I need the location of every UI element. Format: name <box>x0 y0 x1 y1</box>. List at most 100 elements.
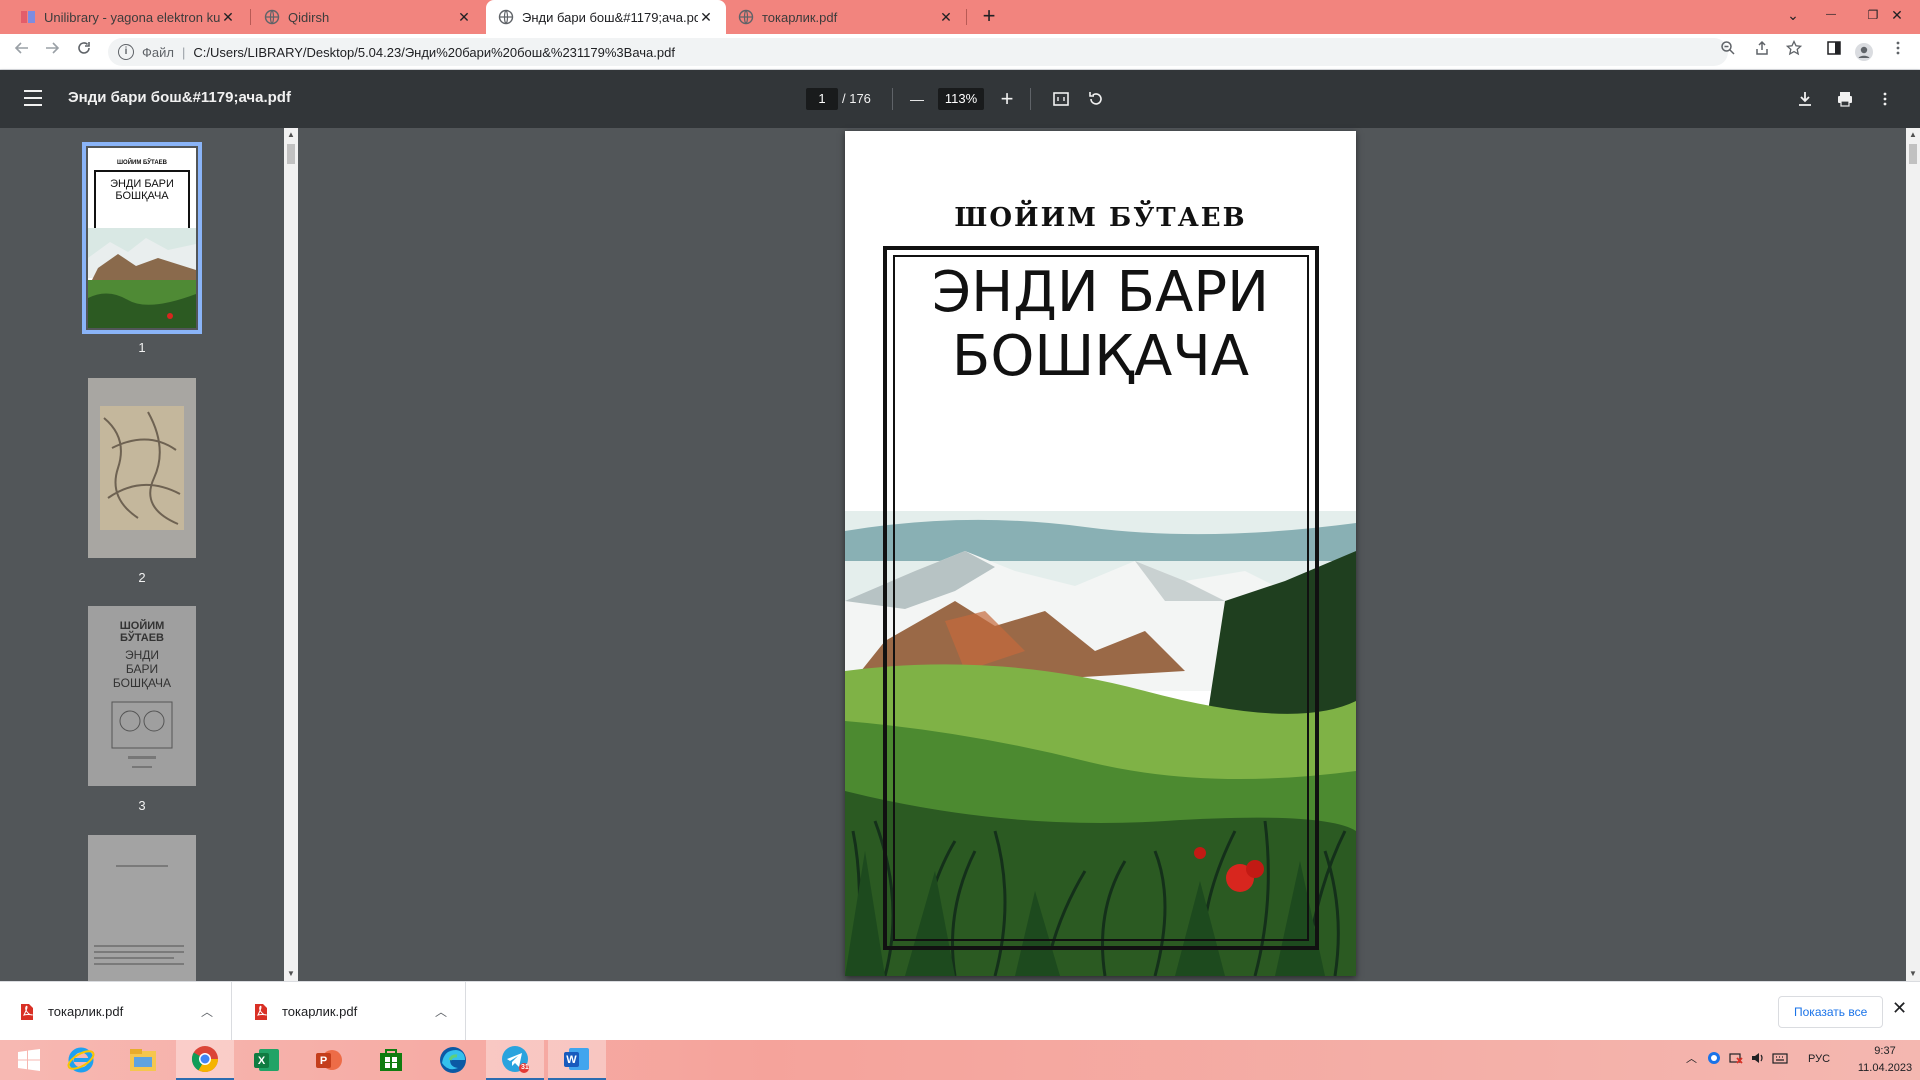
thumbnail-page-number: 2 <box>138 570 146 585</box>
thumbnail-page-number: 3 <box>138 798 146 813</box>
thumbnail-page-1[interactable]: ШОЙИМ БЎТАЕВ ЭНДИ БАРИ БОШҚАЧА 1 <box>82 142 202 355</box>
zoom-magnifier-icon[interactable] <box>1716 38 1740 66</box>
viewer-scrollbar[interactable]: ▲ ▼ <box>1906 128 1920 981</box>
scroll-down-arrow-icon[interactable]: ▼ <box>1906 967 1920 981</box>
viewer-scroll-thumb[interactable] <box>1909 144 1917 164</box>
svg-text:P: P <box>320 1055 327 1067</box>
thumbnail-endpaper-image <box>88 378 196 558</box>
powerpoint-icon[interactable]: P <box>300 1040 358 1080</box>
scheme-separator: | <box>181 44 186 60</box>
minimize-button[interactable]: — <box>1808 0 1854 34</box>
thumbnail-cover-image: ШОЙИМ БЎТАЕВ ЭНДИ БАРИ БОШҚАЧА <box>82 142 202 334</box>
thumb-mini-author: ШОЙИМ БЎТАЕВ <box>117 160 167 166</box>
thumb-portrait-art <box>111 701 173 768</box>
thumb-landscape-art <box>88 228 196 328</box>
tab-label: Unilibrary - yagona elektron kutu <box>44 9 220 25</box>
word-icon[interactable]: W <box>548 1040 606 1080</box>
hamburger-menu-icon[interactable] <box>24 90 42 106</box>
site-info-icon[interactable]: i <box>118 44 134 60</box>
scheme-label: Файл <box>142 44 174 60</box>
network-status-icon[interactable] <box>1706 1050 1722 1069</box>
sidebar-scroll-thumb[interactable] <box>287 144 295 164</box>
tab-divider <box>250 9 251 25</box>
cover-title: ЭНДИ БАРИ БОШҚАЧА <box>845 261 1356 389</box>
tab-qidirsh[interactable]: Qidirsh ✕ <box>252 0 484 34</box>
tab-label: Qidirsh <box>288 9 330 25</box>
file-explorer-icon[interactable] <box>114 1040 172 1080</box>
current-page-input[interactable]: 1 <box>806 88 838 110</box>
pdf-document-title: Энди бари бош&#1179;ача.pdf <box>68 89 291 106</box>
globe-icon <box>264 9 280 25</box>
input-keyboard-icon[interactable] <box>1772 1050 1788 1069</box>
back-arrow-icon[interactable] <box>10 40 34 64</box>
chevron-up-icon[interactable]: ︿ <box>431 1003 451 1020</box>
scroll-down-arrow-icon[interactable]: ▼ <box>284 967 298 981</box>
internet-explorer-icon[interactable] <box>52 1040 110 1080</box>
tab-close-icon[interactable]: ✕ <box>698 9 714 26</box>
download-icon[interactable] <box>1792 86 1818 112</box>
tab-pdf-active[interactable]: Энди бари бош&#1179;ача.pdf ✕ <box>486 0 726 34</box>
download-filename: токарлик.pdf <box>282 1004 358 1019</box>
show-all-downloads-button[interactable]: Показать все <box>1778 996 1884 1028</box>
edge-icon[interactable] <box>424 1040 482 1080</box>
system-clock[interactable]: 9:37 11.04.2023 <box>1850 1043 1920 1077</box>
download-filename: токарлик.pdf <box>48 1004 124 1019</box>
toolbar-divider <box>1030 88 1031 110</box>
tab-unilibrary[interactable]: Unilibrary - yagona elektron kutu ✕ <box>8 0 248 34</box>
cover-title-line-1: ЭНДИ БАРИ <box>931 260 1270 325</box>
share-icon[interactable] <box>1750 38 1774 66</box>
thumbnail-page-3[interactable]: ШОЙИМ БЎТАЕВ ЭНДИ БАРИ БОШҚАЧА 3 <box>88 606 196 813</box>
tab-close-icon[interactable]: ✕ <box>938 9 954 26</box>
excel-icon[interactable]: X <box>238 1040 296 1080</box>
close-window-button[interactable]: ✕ <box>1874 0 1920 34</box>
zoom-out-button[interactable]: — <box>904 86 930 112</box>
thumbnail-sidebar: ШОЙИМ БЎТАЕВ ЭНДИ БАРИ БОШҚАЧА 1 2 ШОЙИМ <box>0 128 284 981</box>
bookmark-star-icon[interactable] <box>1782 38 1806 66</box>
print-icon[interactable] <box>1832 86 1858 112</box>
zoom-in-button[interactable]: + <box>994 86 1020 112</box>
input-language-indicator[interactable]: РУС <box>1808 1053 1830 1065</box>
unilibrary-favicon-icon <box>21 11 35 23</box>
url-text[interactable]: C:/Users/LIBRARY/Desktop/5.04.23/Энди%20… <box>193 45 675 60</box>
globe-icon <box>498 9 514 25</box>
show-hidden-icons-chevron-icon[interactable]: ︿ <box>1686 1050 1697 1066</box>
tab-label: Энди бари бош&#1179;ача.pdf <box>522 9 698 25</box>
download-shelf: токарлик.pdf ︿ токарлик.pdf ︿ Показать в… <box>0 981 1920 1041</box>
svg-text:W: W <box>566 1054 577 1066</box>
chrome-icon[interactable] <box>176 1040 234 1080</box>
microsoft-store-icon[interactable] <box>362 1040 420 1080</box>
chrome-menu-kebab-icon[interactable] <box>1886 38 1910 66</box>
zoom-level-input[interactable]: 113% <box>938 88 984 110</box>
new-tab-button[interactable]: + <box>976 4 1002 30</box>
browser-toolbar: i Файл | C:/Users/LIBRARY/Desktop/5.04.2… <box>0 34 1920 70</box>
tab-label: токарлик.pdf <box>762 9 838 25</box>
close-download-shelf-icon[interactable]: ✕ <box>1892 998 1907 1019</box>
windows-start-icon[interactable] <box>0 1040 58 1080</box>
telegram-badge-count: 31 <box>521 1064 529 1071</box>
thumbnail-page-4[interactable] <box>88 835 196 981</box>
pdf-more-options-icon[interactable] <box>1872 86 1898 112</box>
tab-tokarlik[interactable]: токарлик.pdf ✕ <box>726 0 966 34</box>
fit-page-icon[interactable] <box>1048 86 1074 112</box>
sidebar-scrollbar[interactable]: ▲ ▼ <box>284 128 298 981</box>
address-bar[interactable]: i Файл | C:/Users/LIBRARY/Desktop/5.04.2… <box>108 38 1728 66</box>
forward-arrow-icon[interactable] <box>40 40 64 64</box>
network-disconnected-icon[interactable] <box>1728 1050 1744 1069</box>
reload-icon[interactable] <box>72 40 96 64</box>
clock-time: 9:37 <box>1874 1045 1896 1057</box>
volume-icon[interactable] <box>1750 1050 1766 1069</box>
cover-author: ШОЙИМ БЎТАЕВ <box>954 203 1247 233</box>
rotate-icon[interactable] <box>1083 86 1109 112</box>
download-item[interactable]: токарлик.pdf ︿ <box>234 982 466 1041</box>
scroll-up-arrow-icon[interactable]: ▲ <box>284 128 298 142</box>
tab-divider <box>966 9 967 25</box>
thumbnail-page-2[interactable]: 2 <box>88 378 196 585</box>
side-panel-icon[interactable] <box>1822 38 1846 66</box>
chevron-up-icon[interactable]: ︿ <box>197 1003 217 1020</box>
download-item[interactable]: токарлик.pdf ︿ <box>0 982 232 1041</box>
telegram-icon[interactable]: 31 <box>486 1040 544 1080</box>
scroll-up-arrow-icon[interactable]: ▲ <box>1906 128 1920 142</box>
tab-close-icon[interactable]: ✕ <box>456 9 472 26</box>
tab-close-icon[interactable]: ✕ <box>220 9 236 26</box>
profile-avatar-icon[interactable] <box>1852 38 1876 66</box>
